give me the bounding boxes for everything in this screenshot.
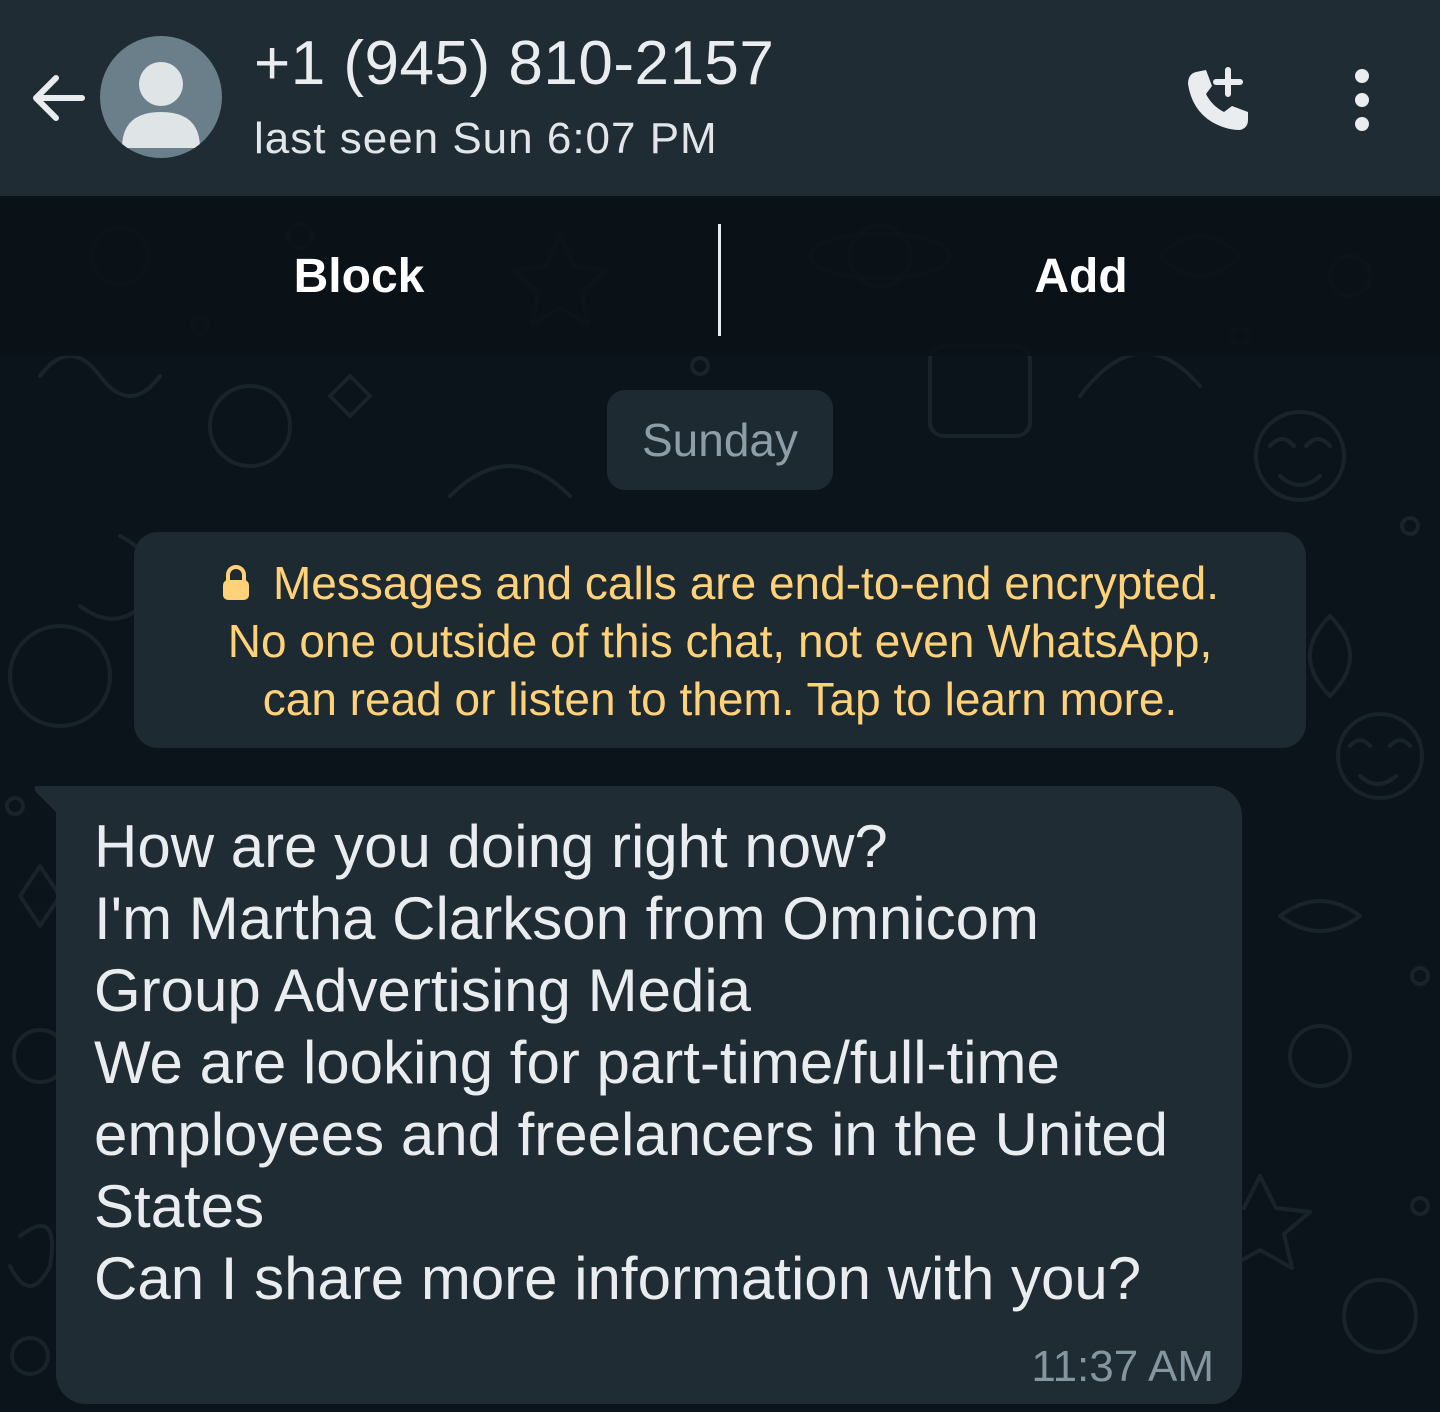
chat-screen: +1 (945) 810-2157 last seen Sun 6:07 PM …: [0, 0, 1440, 1412]
action-divider: [718, 224, 721, 336]
message-line: We are looking for part-time/full-time: [94, 1029, 1060, 1096]
message-timestamp: 11:37 AM: [1031, 1342, 1214, 1391]
notice-line-3: can read or listen to them. Tap to learn…: [262, 673, 1178, 725]
lock-icon: [222, 565, 249, 600]
message-line: Can I share more information with you?: [94, 1245, 1142, 1312]
arrow-left-icon: [33, 75, 85, 121]
chat-header: +1 (945) 810-2157 last seen Sun 6:07 PM: [0, 0, 1440, 196]
message-line: Group Advertising Media: [94, 957, 752, 1024]
back-button[interactable]: [22, 62, 94, 134]
avatar[interactable]: [100, 36, 222, 158]
notice-text-1: Messages and calls are end-to-end encryp…: [272, 557, 1220, 609]
add-contact-button[interactable]: Add: [722, 196, 1440, 356]
default-person-icon: [122, 62, 200, 148]
block-button[interactable]: Block: [0, 196, 718, 356]
contact-name[interactable]: +1 (945) 810-2157: [254, 28, 774, 99]
message-line: How are you doing right now?: [94, 813, 888, 880]
more-options-button[interactable]: [1322, 58, 1402, 142]
message-line: States: [94, 1173, 265, 1240]
message-line: I'm Martha Clarkson from Omnicom: [94, 885, 1039, 952]
notice-line-2: No one outside of this chat, not even Wh…: [227, 615, 1213, 667]
phone-add-icon: [1188, 67, 1248, 130]
add-call-button[interactable]: [1176, 58, 1260, 142]
last-seen-status: last seen Sun 6:07 PM: [254, 114, 718, 163]
notice-line-1: Messages and calls are end-to-end encryp…: [134, 556, 1306, 610]
encryption-notice[interactable]: Messages and calls are end-to-end encryp…: [134, 532, 1306, 748]
date-separator: Sunday: [607, 390, 833, 490]
message-line: employees and freelancers in the United: [94, 1101, 1168, 1168]
more-vert-icon: [1355, 69, 1369, 131]
